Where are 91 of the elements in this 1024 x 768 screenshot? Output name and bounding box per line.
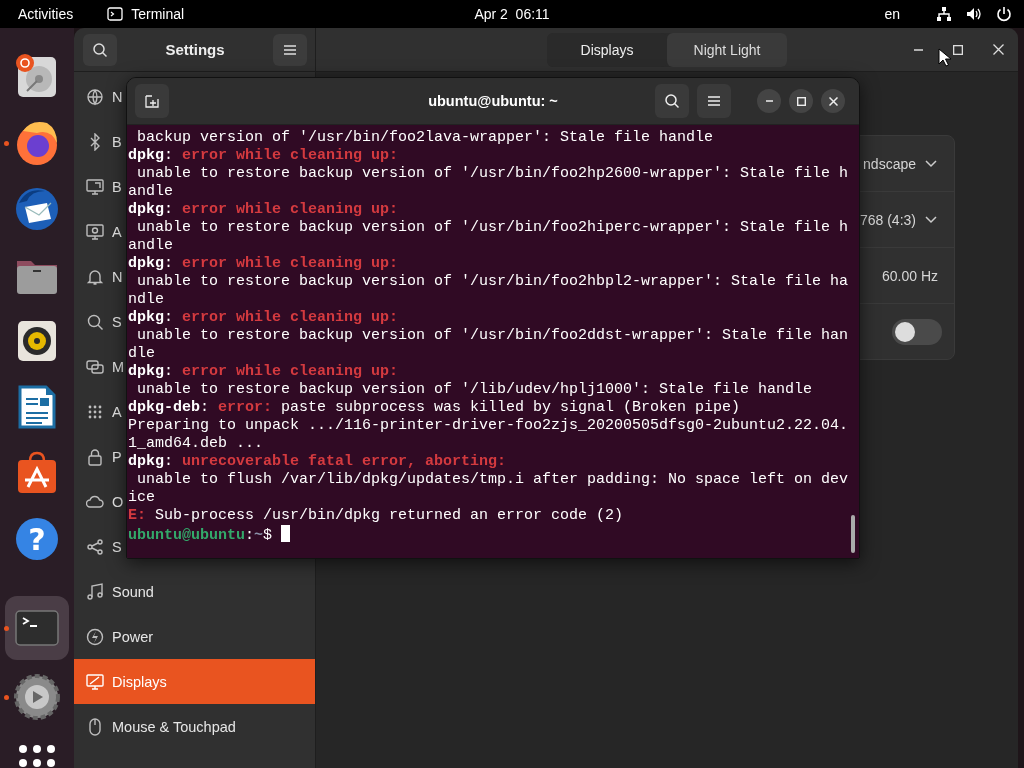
bell-icon <box>86 267 104 286</box>
maximize-icon <box>796 96 806 106</box>
sidebar-item[interactable]: Sound <box>74 569 156 614</box>
mouse-icon <box>86 717 104 736</box>
terminal-icon <box>107 7 124 21</box>
toggle-switch[interactable] <box>892 318 942 345</box>
terminal-line: dle <box>128 345 156 363</box>
terminal-line: dpkg: error while cleaning up: <box>128 309 400 327</box>
sidebar-item[interactable]: B <box>74 164 124 209</box>
maximize-button[interactable] <box>789 89 813 113</box>
app-menu-label[interactable]: Terminal <box>131 6 185 22</box>
monitor-icon <box>86 222 104 241</box>
note-icon <box>86 582 104 601</box>
terminal-line: dpkg: error while cleaning up: <box>128 255 400 273</box>
search-icon <box>664 93 680 109</box>
search-button[interactable] <box>83 33 117 66</box>
terminal-line: dpkg: error while cleaning up: <box>128 363 400 381</box>
window-title: ubuntu@ubuntu: ~ <box>428 93 558 109</box>
terminal-line: dpkg: error while cleaning up: <box>128 201 400 219</box>
terminal-line: ice <box>128 489 156 507</box>
terminal-line: unable to restore backup version of '/lib/udev/hplj1000': Stale file handle <box>136 381 814 399</box>
chevron-down-icon <box>924 158 938 169</box>
new-tab-icon <box>144 93 160 109</box>
dropdown-value[interactable]: ndscape <box>863 155 916 172</box>
menu-icon <box>707 95 721 107</box>
terminal-line: dpkg-deb: error: paste subprocess was killed by signal (Broken pipe) <box>128 399 742 417</box>
menu-button[interactable] <box>697 84 731 118</box>
close-icon <box>828 96 838 106</box>
sidebar-item[interactable]: O <box>74 479 126 524</box>
terminal-line: dpkg: error while cleaning up: <box>128 147 400 165</box>
minimize-icon <box>913 48 923 51</box>
terminal-line: backup version of '/usr/bin/foo2lava-wrapper': Stale file handle <box>136 129 715 147</box>
terminal-line: Preparing to unpack .../116-printer-driver-foo2zjs_20200505dfsg0-2ubuntu2.22.04. <box>128 417 850 435</box>
new-tab-button[interactable] <box>135 84 169 118</box>
sidebar-item[interactable]: Mouse & Touchpad <box>74 704 238 749</box>
sidebar-item[interactable]: S <box>74 299 124 344</box>
activities-button[interactable]: Activities <box>18 6 74 22</box>
terminal-line: ndle <box>128 291 165 309</box>
sidebar-item[interactable]: Displays <box>74 659 315 704</box>
menu-button[interactable] <box>273 33 307 66</box>
terminal-line: dpkg: unrecoverable fatal error, aborting: <box>128 453 508 471</box>
terminal-line: unable to restore backup version of '/usr/bin/foo2ddst-wrapper': Stale file han <box>136 327 850 345</box>
envelope-icon <box>13 185 61 233</box>
terminal-line: unable to restore backup version of '/usr/bin/foo2hbpl2-wrapper': Stale file ha <box>136 273 850 291</box>
gear-icon <box>13 673 61 721</box>
terminal-line: unable to restore backup version of '/usr/bin/foo2hiperc-wrapper': Stale file h <box>136 219 850 237</box>
sidebar-item[interactable]: A <box>74 209 124 254</box>
minimize-icon <box>765 100 773 102</box>
search-icon <box>86 312 104 331</box>
sidebar-item[interactable]: Power <box>74 614 156 659</box>
mouse-pointer-icon <box>938 48 952 68</box>
windows-icon <box>86 357 104 376</box>
sidebar-item[interactable]: N <box>74 254 125 299</box>
terminal-line: unable to flush /var/lib/dpkg/updates/tmp.i after padding: No space left on dev <box>136 471 850 489</box>
terminal-line: ubuntu@ubuntu:~$ <box>128 525 859 543</box>
lightning-icon <box>86 627 104 646</box>
view-tab[interactable]: Night Light <box>667 32 787 67</box>
search-button[interactable] <box>655 84 689 118</box>
terminal-line: andle <box>128 183 174 201</box>
sidebar-item[interactable]: P <box>74 434 124 479</box>
terminal-line: unable to restore backup version of '/usr/bin/foo2hp2600-wrapper': Stale file h <box>136 165 850 183</box>
terminal-area[interactable] <box>127 125 859 558</box>
clock[interactable]: Apr 2 06:11 <box>474 6 550 22</box>
lock-icon <box>86 447 104 466</box>
close-icon <box>992 44 1004 55</box>
globe-icon <box>86 87 104 106</box>
sidebar-item[interactable]: N <box>74 74 125 119</box>
sidebar-item[interactable]: S <box>74 524 124 569</box>
sidebar-item[interactable]: A <box>74 389 124 434</box>
window-title: Settings <box>165 41 225 58</box>
search-icon <box>92 41 108 58</box>
dropdown-value[interactable]: 768 (4:3) <box>859 211 916 228</box>
network-icon[interactable] <box>936 6 952 22</box>
monitor-icon <box>86 672 104 691</box>
sidebar-item[interactable]: B <box>74 119 124 164</box>
volume-icon[interactable] <box>966 6 982 22</box>
power-icon[interactable] <box>996 6 1012 22</box>
sidebar-item[interactable]: M <box>74 344 127 389</box>
terminal-line: andle <box>128 237 174 255</box>
refresh-rate-value: 60.00 Hz <box>881 267 938 284</box>
menu-icon <box>283 43 297 56</box>
monitor-icon <box>86 177 104 196</box>
input-source[interactable]: en <box>884 6 900 22</box>
share-icon <box>86 537 104 556</box>
minimize-button[interactable] <box>757 89 781 113</box>
close-button[interactable] <box>821 89 845 113</box>
chevron-down-icon <box>924 214 938 225</box>
scrollbar[interactable] <box>851 515 855 553</box>
terminal-line: E: Sub-process /usr/bin/dpkg returned an error code (2) <box>128 507 625 525</box>
terminal-line: 1_amd64.deb ... <box>128 435 265 453</box>
maximize-icon <box>953 44 963 55</box>
